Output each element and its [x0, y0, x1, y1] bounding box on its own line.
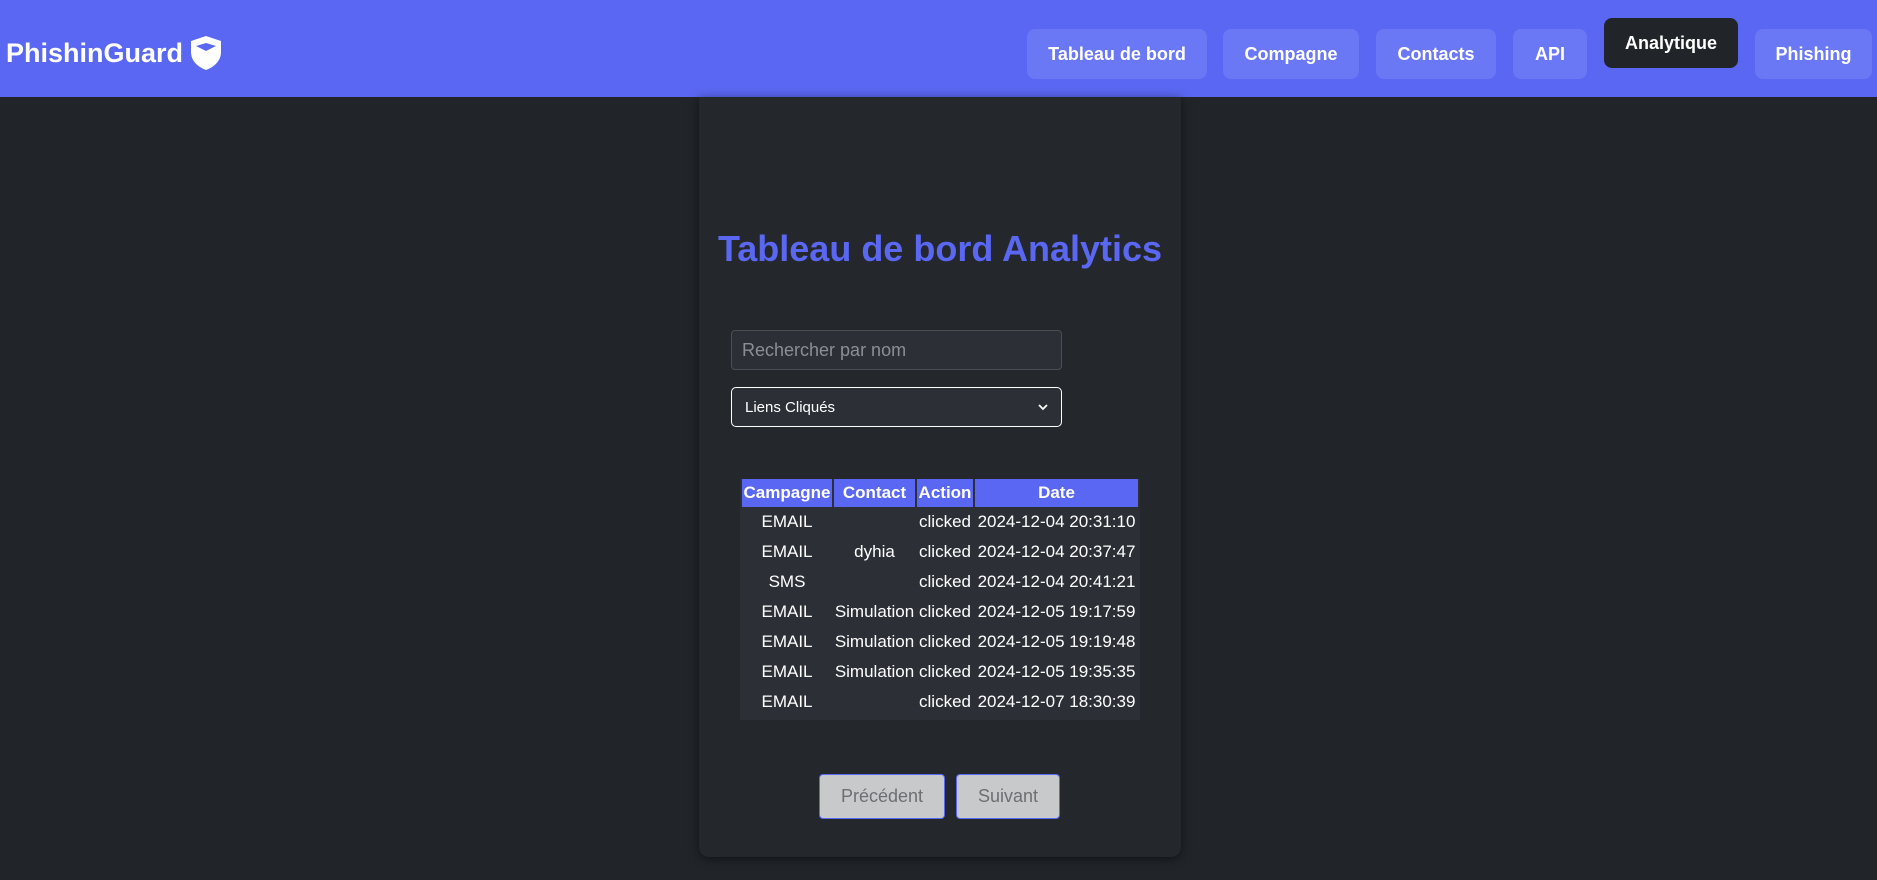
table-row: EMAIL Simulation clicked 2024-12-05 19:3…	[742, 657, 1138, 687]
table-row: EMAIL clicked 2024-12-07 18:30:39	[742, 687, 1138, 720]
cell-date: 2024-12-04 20:31:10	[977, 512, 1136, 531]
brand-name: PhishinGuard	[6, 38, 184, 68]
cell-campagne: SMS	[768, 572, 806, 591]
cell-campagne: EMAIL	[761, 512, 813, 531]
cell-campagne: EMAIL	[761, 602, 813, 621]
action-filter-select[interactable]: Liens Cliqués	[731, 387, 1062, 427]
cell-contact	[834, 507, 915, 537]
filter-selected-value: Liens Cliqués	[745, 398, 836, 416]
header-date[interactable]: Date	[975, 479, 1138, 507]
cell-date: 2024-12-04 20:37:47	[977, 542, 1136, 561]
analytics-table: Campagne Contact Action Date EMAIL click…	[740, 479, 1140, 720]
cell-action: clicked	[919, 632, 971, 651]
next-page-button[interactable]: Suivant	[956, 774, 1060, 819]
cell-contact: Simulation	[834, 662, 915, 681]
nav-compagne[interactable]: Compagne	[1223, 29, 1359, 79]
cell-contact: Simulation	[834, 602, 915, 621]
nav-analytique[interactable]: Analytique	[1604, 18, 1738, 68]
shield-icon	[191, 36, 222, 70]
chevron-down-icon	[1038, 404, 1048, 411]
nav-tableau-de-bord[interactable]: Tableau de bord	[1027, 29, 1207, 79]
cell-date: 2024-12-05 19:17:59	[977, 602, 1136, 621]
top-navbar: PhishinGuard Tableau de bord Compagne Co…	[0, 0, 1877, 97]
page-title: Tableau de bord Analytics	[717, 228, 1163, 269]
search-input[interactable]	[731, 330, 1062, 370]
analytics-card	[699, 97, 1181, 857]
cell-contact: Simulation	[834, 632, 915, 651]
cell-campagne: EMAIL	[761, 632, 813, 651]
cell-action: clicked	[919, 542, 971, 561]
brand-logo[interactable]: PhishinGuard	[6, 35, 222, 71]
table-row: EMAIL dyhia clicked 2024-12-04 20:37:47	[742, 537, 1138, 567]
nav-api[interactable]: API	[1513, 29, 1587, 79]
cell-contact	[834, 567, 915, 597]
table-header-row: Campagne Contact Action Date	[742, 479, 1138, 507]
cell-campagne: EMAIL	[761, 542, 813, 561]
cell-campagne: EMAIL	[761, 692, 813, 711]
cell-date: 2024-12-07 18:30:39	[977, 692, 1136, 711]
cell-action: clicked	[919, 512, 971, 531]
table-row: EMAIL Simulation clicked 2024-12-05 19:1…	[742, 627, 1138, 657]
cell-date: 2024-12-05 19:19:48	[977, 632, 1136, 651]
cell-action: clicked	[919, 572, 971, 591]
cell-action: clicked	[919, 602, 971, 621]
header-action[interactable]: Action	[917, 479, 973, 507]
cell-date: 2024-12-04 20:41:21	[977, 572, 1136, 591]
cell-campagne: EMAIL	[761, 662, 813, 681]
cell-contact	[834, 687, 915, 720]
table-row: SMS clicked 2024-12-04 20:41:21	[742, 567, 1138, 597]
table-row: EMAIL clicked 2024-12-04 20:31:10	[742, 507, 1138, 537]
cell-action: clicked	[919, 662, 971, 681]
header-campagne[interactable]: Campagne	[742, 479, 832, 507]
previous-page-button[interactable]: Précédent	[819, 774, 945, 819]
nav-contacts[interactable]: Contacts	[1376, 29, 1496, 79]
nav-phishing[interactable]: Phishing	[1755, 29, 1872, 79]
header-contact[interactable]: Contact	[834, 479, 915, 507]
cell-action: clicked	[919, 692, 971, 711]
table-row: EMAIL Simulation clicked 2024-12-05 19:1…	[742, 597, 1138, 627]
cell-date: 2024-12-05 19:35:35	[977, 662, 1136, 681]
cell-contact: dyhia	[854, 542, 895, 561]
